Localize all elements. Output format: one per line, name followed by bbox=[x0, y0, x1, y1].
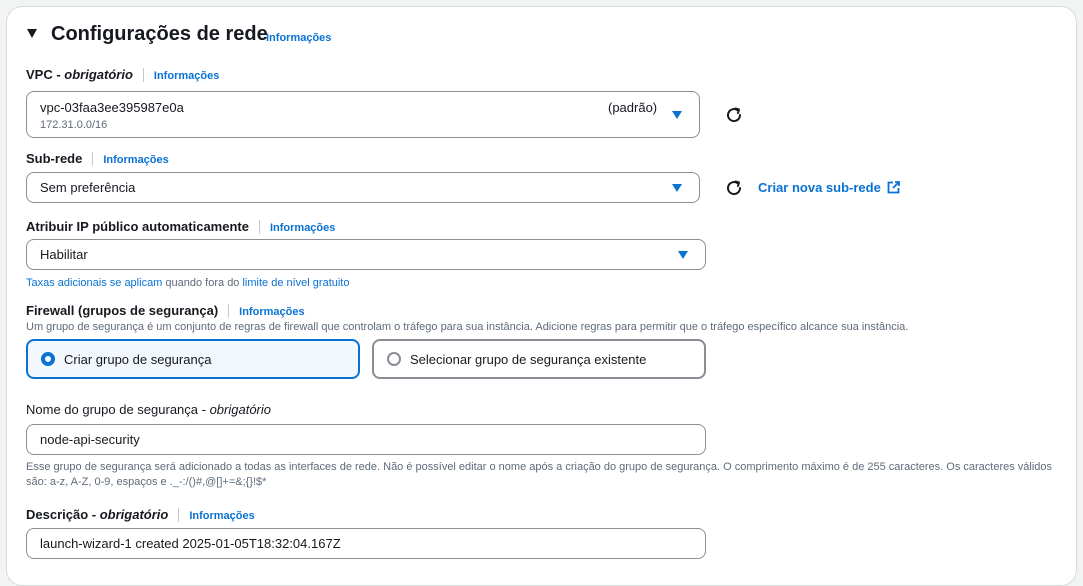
public-ip-hint: Taxas adicionais se aplicam quando fora … bbox=[26, 276, 349, 291]
divider bbox=[228, 303, 230, 318]
divider bbox=[178, 507, 180, 522]
collapse-caret-icon[interactable] bbox=[27, 29, 37, 38]
public-ip-select-value: Habilitar bbox=[40, 247, 88, 262]
firewall-label-row: Firewall (grupos de segurança) Informaçõe… bbox=[26, 302, 305, 320]
chevron-down-icon bbox=[678, 251, 688, 259]
section-info-link[interactable]: Informações bbox=[266, 32, 331, 44]
divider bbox=[258, 219, 260, 234]
create-subnet-link[interactable]: Criar nova sub-rede bbox=[758, 180, 901, 195]
section-title: Configurações de rede bbox=[51, 23, 268, 45]
free-tier-link[interactable]: limite de nível gratuito bbox=[242, 277, 349, 289]
description-label-row: Descrição - obrigatório Informações bbox=[26, 507, 255, 522]
create-security-group-label: Criar grupo de segurança bbox=[64, 352, 212, 367]
description-info-link[interactable]: Informações bbox=[189, 510, 254, 522]
subnet-select[interactable]: Sem preferência bbox=[26, 172, 700, 203]
vpc-required: obrigatório bbox=[64, 67, 133, 82]
create-security-group-option[interactable]: Criar grupo de segurança bbox=[26, 339, 360, 379]
description-required: obrigatório bbox=[99, 507, 169, 522]
subnet-info-link[interactable]: Informações bbox=[103, 154, 168, 166]
vpc-cidr: 172.31.0.0/16 bbox=[40, 119, 108, 131]
radio-unselected-icon[interactable] bbox=[387, 352, 401, 366]
vpc-label: VPC bbox=[26, 67, 53, 82]
public-ip-select[interactable]: Habilitar bbox=[26, 239, 706, 270]
vpc-select-value: vpc-03faa3ee395987e0a bbox=[40, 100, 184, 115]
firewall-label: Firewall (grupos de segurança) bbox=[26, 303, 219, 318]
sg-name-label-row: Nome do grupo de segurança - obrigatório bbox=[26, 402, 272, 417]
radio-selected-icon[interactable] bbox=[41, 352, 55, 366]
vpc-select[interactable]: vpc-03faa3ee395987e0a 172.31.0.0/16 (pad… bbox=[26, 91, 700, 138]
subnet-select-value: Sem preferência bbox=[40, 180, 136, 195]
description-label: Descrição bbox=[26, 507, 89, 522]
divider bbox=[92, 151, 94, 166]
description-input[interactable]: launch-wizard-1 created 2025-01-05T18:32… bbox=[26, 528, 706, 559]
sg-name-required: obrigatório bbox=[209, 402, 272, 417]
subnet-label: Sub-rede bbox=[26, 151, 83, 166]
refresh-icon[interactable] bbox=[725, 106, 743, 124]
subnet-label-row: Sub-rede Informações bbox=[26, 150, 169, 168]
divider bbox=[142, 67, 144, 82]
public-ip-label: Atribuir IP público automaticamente bbox=[26, 219, 249, 234]
sg-name-hint: Esse grupo de segurança será adicionado … bbox=[26, 461, 1053, 488]
vpc-default-tag: (padrão) bbox=[608, 100, 658, 115]
public-ip-info-link[interactable]: Informações bbox=[270, 222, 335, 234]
sg-name-label: Nome do grupo de segurança bbox=[26, 402, 199, 417]
chevron-down-icon bbox=[672, 111, 682, 119]
public-ip-hint-text: quando fora do bbox=[162, 277, 243, 289]
firewall-info-link[interactable]: Informações bbox=[239, 306, 304, 318]
firewall-description: Um grupo de segurança é um conjunto de r… bbox=[26, 321, 909, 333]
refresh-icon[interactable] bbox=[725, 179, 743, 197]
create-subnet-link-label: Criar nova sub-rede bbox=[758, 180, 881, 195]
sg-name-input[interactable]: node-api-security bbox=[26, 424, 706, 455]
sg-name-input-value: node-api-security bbox=[40, 432, 140, 447]
select-existing-security-group-option[interactable]: Selecionar grupo de segurança existente bbox=[372, 339, 706, 379]
external-link-icon bbox=[888, 181, 901, 194]
vpc-info-link[interactable]: Informações bbox=[154, 70, 219, 82]
chevron-down-icon bbox=[672, 184, 682, 192]
select-existing-security-group-label: Selecionar grupo de segurança existente bbox=[410, 352, 647, 367]
vpc-label-row: VPC - obrigatório Informações bbox=[26, 67, 220, 82]
public-ip-label-row: Atribuir IP público automaticamente Infor… bbox=[26, 218, 335, 236]
fees-link[interactable]: Taxas adicionais se aplicam bbox=[26, 277, 162, 289]
description-input-value: launch-wizard-1 created 2025-01-05T18:32… bbox=[40, 536, 341, 551]
